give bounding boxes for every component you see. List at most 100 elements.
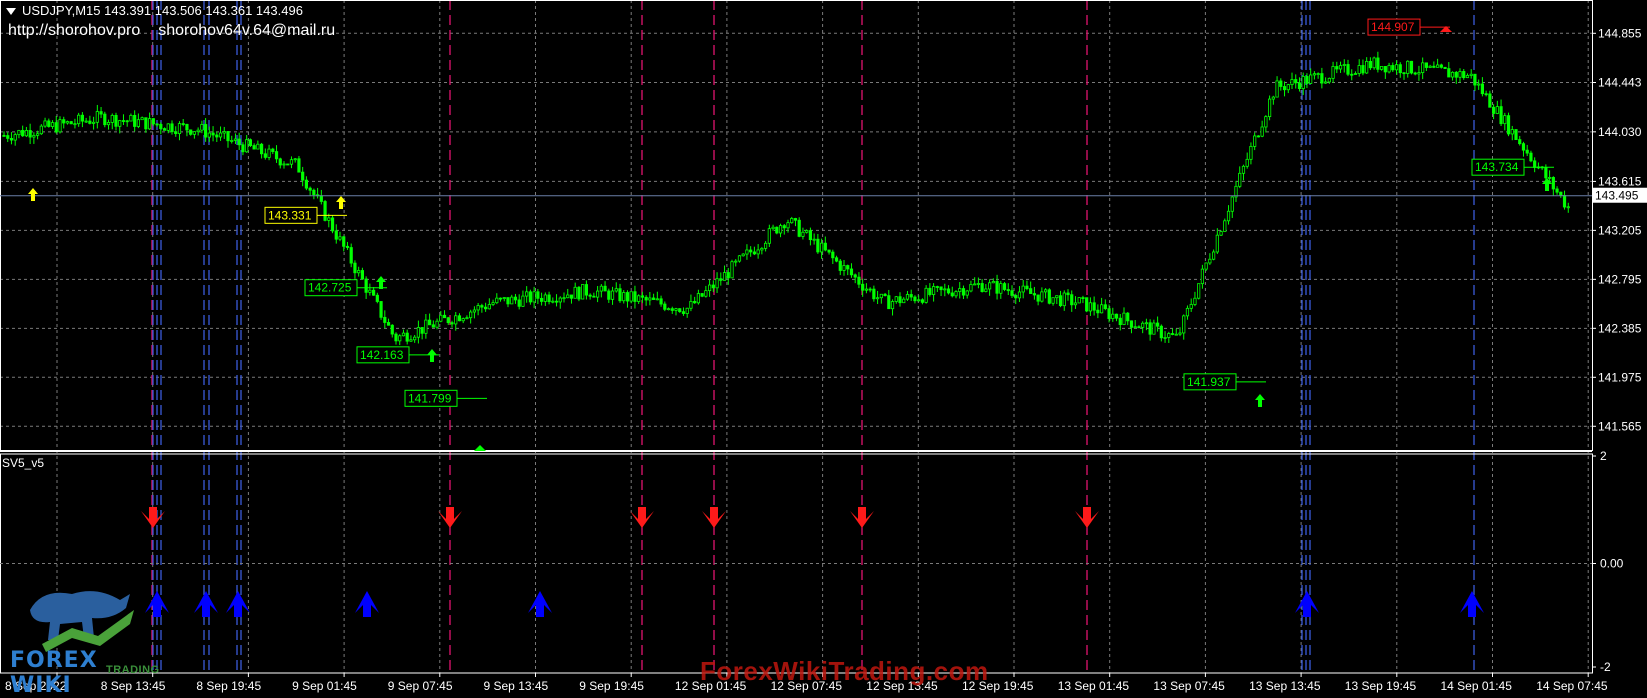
candle-body bbox=[319, 195, 323, 202]
candle-body bbox=[652, 297, 656, 300]
candle-body bbox=[1346, 64, 1350, 75]
candle-body bbox=[1081, 297, 1085, 299]
candle-body bbox=[592, 295, 596, 298]
candle-body bbox=[77, 114, 81, 125]
time-axis-label: 9 Sep 07:45 bbox=[388, 679, 453, 693]
price-chart[interactable]: 8 Sep 2022 8 Sep 13:45 8 Sep 19:45 9 Sep 01… bbox=[0, 0, 1647, 695]
candle-body bbox=[1268, 98, 1272, 117]
candle-body bbox=[849, 268, 854, 276]
candle-body bbox=[95, 111, 99, 123]
candle-body bbox=[394, 333, 398, 342]
candle-body bbox=[640, 295, 645, 298]
candle-body bbox=[954, 291, 958, 297]
candle-body bbox=[1017, 291, 1022, 299]
candle-body bbox=[43, 120, 47, 127]
time-axis-label: 9 Sep 19:45 bbox=[579, 679, 644, 693]
candle-body bbox=[398, 335, 402, 342]
candle-body bbox=[1286, 84, 1290, 91]
time-axis-label: 13 Sep 01:45 bbox=[1058, 679, 1130, 693]
candle-body bbox=[502, 297, 506, 299]
candle-body bbox=[65, 121, 70, 124]
candle-body bbox=[181, 123, 185, 125]
indicator-axis-label: -2 bbox=[1600, 660, 1611, 674]
candle-body bbox=[1368, 60, 1372, 69]
candle-body bbox=[879, 293, 883, 299]
candle-body bbox=[543, 294, 547, 302]
time-axis-label: 9 Sep 13:45 bbox=[484, 679, 549, 693]
candle-body bbox=[861, 283, 865, 291]
candle-body bbox=[924, 287, 928, 303]
sell-arrow-icon bbox=[850, 507, 874, 528]
candle-body bbox=[200, 124, 204, 131]
candle-body bbox=[241, 144, 245, 153]
candle-body bbox=[2, 135, 6, 137]
candle-body bbox=[805, 230, 809, 233]
candle-body bbox=[655, 298, 659, 301]
candle-body bbox=[588, 294, 592, 297]
candle-body bbox=[778, 225, 783, 234]
candle-body bbox=[1002, 283, 1007, 290]
candle-body bbox=[898, 296, 902, 304]
current-price-label: 143.495 bbox=[1595, 189, 1639, 203]
candle-body bbox=[1271, 96, 1275, 100]
candle-body bbox=[1473, 73, 1477, 86]
candle-body bbox=[487, 304, 491, 310]
collapse-triangle-icon[interactable] bbox=[6, 8, 16, 16]
candle-body bbox=[1555, 188, 1559, 193]
candle-body bbox=[976, 283, 981, 285]
candle-body bbox=[413, 336, 417, 341]
indicator-name: SV5_v5 bbox=[2, 456, 45, 470]
candle-body bbox=[670, 308, 674, 311]
candle-body bbox=[726, 272, 730, 279]
site-link[interactable]: http://shorohov.pro bbox=[8, 22, 140, 39]
candle-body bbox=[1253, 135, 1257, 147]
candle-body bbox=[872, 288, 876, 300]
candle-body bbox=[1443, 66, 1447, 69]
candle-body bbox=[1290, 79, 1294, 86]
level-label: 144.907 bbox=[1371, 20, 1415, 34]
price-axis-label: 143.205 bbox=[1598, 223, 1642, 237]
candle-body bbox=[144, 117, 148, 130]
candle-body bbox=[1331, 66, 1335, 79]
candle-body bbox=[1025, 285, 1029, 290]
candle-body bbox=[379, 301, 383, 318]
candle-body bbox=[722, 272, 727, 281]
candle-body bbox=[159, 124, 163, 129]
candle-body bbox=[816, 238, 820, 253]
candle-body bbox=[775, 226, 779, 234]
candle-body bbox=[203, 124, 208, 138]
candle-body bbox=[461, 318, 465, 322]
candle-body bbox=[28, 130, 32, 138]
candle-body bbox=[21, 130, 25, 137]
candle-body bbox=[1492, 106, 1496, 114]
candle-body bbox=[1114, 313, 1119, 319]
candle-body bbox=[999, 283, 1003, 294]
candle-body bbox=[480, 305, 484, 308]
candle-body bbox=[610, 290, 615, 300]
candle-body bbox=[338, 236, 342, 240]
buy-arrow-icon bbox=[528, 591, 552, 617]
candle-body bbox=[1566, 206, 1570, 209]
candle-body bbox=[842, 265, 846, 271]
candle-body bbox=[1544, 167, 1548, 179]
candle-body bbox=[547, 294, 551, 303]
candle-body bbox=[1559, 191, 1563, 196]
candle-body bbox=[1044, 289, 1048, 293]
candle-body bbox=[1040, 291, 1044, 302]
candle-body bbox=[913, 296, 917, 302]
candle-body bbox=[1088, 302, 1092, 312]
candle-body bbox=[483, 306, 488, 310]
level-label: 141.799 bbox=[408, 391, 452, 405]
symbol-quote: USDJPY,M15 143.391 143.506 143.361 143.4… bbox=[22, 3, 303, 18]
candle-body bbox=[696, 293, 701, 304]
candle-body bbox=[988, 282, 992, 290]
candle-body bbox=[125, 120, 129, 123]
candle-body bbox=[1529, 152, 1533, 162]
candle-body bbox=[1409, 60, 1414, 74]
candle-body bbox=[491, 302, 495, 305]
candle-body bbox=[17, 130, 21, 136]
candle-body bbox=[207, 132, 211, 138]
candle-body bbox=[1432, 65, 1436, 68]
candle-body bbox=[1126, 312, 1130, 322]
candle-body bbox=[581, 284, 585, 300]
